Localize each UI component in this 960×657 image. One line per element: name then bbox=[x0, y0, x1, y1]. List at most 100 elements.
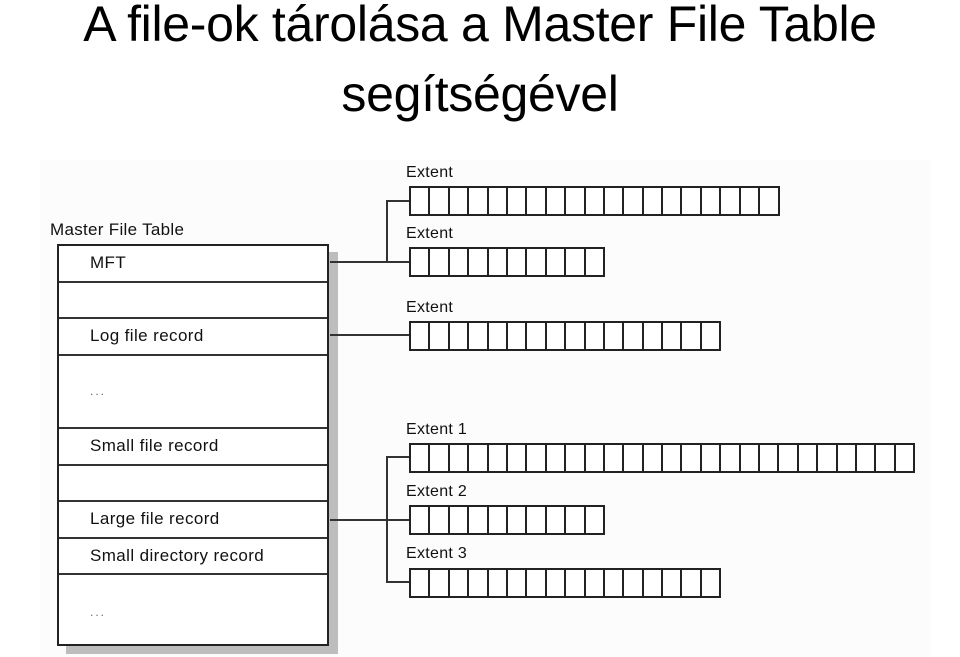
cluster-cell bbox=[547, 507, 567, 533]
cluster-cell bbox=[469, 570, 489, 596]
cluster-cell bbox=[508, 570, 528, 596]
cluster-cell bbox=[566, 445, 586, 471]
cluster-cell bbox=[430, 323, 450, 349]
cluster-cell bbox=[586, 445, 605, 471]
cluster-cell bbox=[430, 570, 450, 596]
connector-line bbox=[386, 456, 388, 583]
mft-row: Small directory record bbox=[59, 539, 327, 576]
connector-line bbox=[386, 581, 410, 583]
extent-cluster-run bbox=[409, 568, 722, 598]
extent-label: Extent 3 bbox=[406, 545, 468, 562]
mft-row: Small file record bbox=[59, 429, 327, 466]
cluster-cell bbox=[702, 570, 721, 596]
cluster-cell bbox=[566, 323, 586, 349]
cluster-cell bbox=[489, 507, 508, 533]
mft-label: Master File Table bbox=[50, 220, 185, 239]
cluster-cell bbox=[547, 570, 567, 596]
cluster-cell bbox=[682, 188, 702, 214]
cluster-cell bbox=[644, 570, 664, 596]
cluster-cell bbox=[508, 507, 528, 533]
cluster-cell bbox=[411, 507, 431, 533]
cluster-cell bbox=[411, 323, 431, 349]
connector-line bbox=[330, 261, 410, 263]
cluster-cell bbox=[489, 249, 508, 275]
cluster-cell bbox=[566, 570, 586, 596]
cluster-cell bbox=[430, 445, 450, 471]
connector-line bbox=[386, 200, 410, 202]
cluster-cell bbox=[566, 188, 586, 214]
cluster-cell bbox=[624, 188, 644, 214]
mft-row: MFT bbox=[59, 246, 327, 283]
cluster-cell bbox=[547, 445, 567, 471]
cluster-cell bbox=[450, 570, 470, 596]
mft-row-label: MFT bbox=[90, 253, 127, 273]
cluster-cell bbox=[682, 570, 702, 596]
cluster-cell bbox=[489, 570, 508, 596]
mft-row-label: Small file record bbox=[90, 436, 219, 456]
cluster-cell bbox=[644, 188, 664, 214]
cluster-cell bbox=[721, 188, 741, 214]
cluster-cell bbox=[838, 445, 857, 471]
cluster-cell bbox=[624, 570, 644, 596]
cluster-cell bbox=[469, 507, 489, 533]
cluster-cell bbox=[430, 188, 450, 214]
cluster-cell bbox=[469, 445, 489, 471]
mft-row: Log file record bbox=[59, 319, 327, 356]
cluster-cell bbox=[702, 188, 722, 214]
cluster-cell bbox=[566, 249, 586, 275]
cluster-cell bbox=[469, 188, 489, 214]
cluster-cell bbox=[450, 507, 470, 533]
connector-line bbox=[386, 456, 410, 458]
cluster-cell bbox=[547, 188, 567, 214]
cluster-cell bbox=[663, 323, 683, 349]
extent-label: Extent 1 bbox=[406, 421, 468, 438]
cluster-cell bbox=[876, 445, 896, 471]
cluster-cell bbox=[624, 323, 644, 349]
cluster-cell bbox=[818, 445, 838, 471]
cluster-cell bbox=[663, 445, 683, 471]
cluster-cell bbox=[508, 323, 528, 349]
cluster-cell bbox=[508, 445, 528, 471]
cluster-cell bbox=[508, 249, 528, 275]
cluster-cell bbox=[605, 445, 625, 471]
extent-label: Extent bbox=[406, 299, 454, 316]
cluster-cell bbox=[469, 323, 489, 349]
cluster-cell bbox=[411, 570, 431, 596]
cluster-cell bbox=[547, 323, 567, 349]
mft-row-label: Log file record bbox=[90, 326, 204, 346]
cluster-cell bbox=[760, 445, 780, 471]
mft-row: ... bbox=[59, 356, 327, 429]
extent-cluster-run bbox=[409, 186, 780, 216]
cluster-cell bbox=[547, 249, 567, 275]
cluster-cell bbox=[644, 323, 664, 349]
cluster-cell bbox=[644, 445, 664, 471]
cluster-cell bbox=[527, 249, 547, 275]
cluster-cell bbox=[586, 323, 605, 349]
extent-label: Extent 2 bbox=[406, 483, 468, 500]
cluster-cell bbox=[605, 323, 625, 349]
extent-cluster-run bbox=[409, 505, 605, 535]
cluster-cell bbox=[527, 445, 547, 471]
extent-cluster-run bbox=[409, 443, 916, 473]
cluster-cell bbox=[857, 445, 877, 471]
cluster-cell bbox=[624, 445, 644, 471]
cluster-cell bbox=[682, 445, 702, 471]
cluster-cell bbox=[450, 249, 470, 275]
cluster-cell bbox=[450, 445, 470, 471]
cluster-cell bbox=[586, 188, 605, 214]
extent-label: Extent bbox=[406, 225, 454, 242]
mft-row-label: Small directory record bbox=[90, 546, 265, 566]
cluster-cell bbox=[527, 188, 547, 214]
cluster-cell bbox=[760, 188, 779, 214]
mft-table: MFT Log file record... Small file record La… bbox=[57, 244, 329, 646]
cluster-cell bbox=[586, 570, 605, 596]
slide-title-line-1: A file-ok tárolása a Master File Table bbox=[83, 0, 877, 52]
cluster-cell bbox=[799, 445, 819, 471]
cluster-cell bbox=[411, 445, 431, 471]
cluster-cell bbox=[411, 188, 431, 214]
cluster-cell bbox=[527, 570, 547, 596]
cluster-cell bbox=[527, 507, 547, 533]
mft-row bbox=[59, 283, 327, 320]
cluster-cell bbox=[430, 507, 450, 533]
connector-line bbox=[330, 334, 410, 336]
